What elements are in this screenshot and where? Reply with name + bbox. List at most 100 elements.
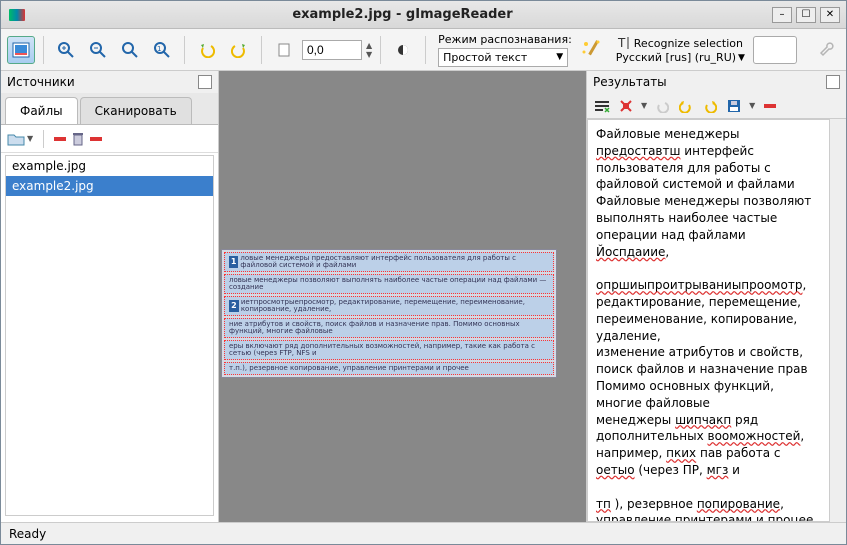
rotation-spin[interactable] (302, 40, 362, 60)
tab-files[interactable]: Файлы (5, 97, 78, 124)
chevron-down-icon: ▼ (556, 52, 563, 62)
zoom-in-icon (58, 42, 74, 58)
close-button[interactable]: ✕ (820, 7, 840, 23)
strip-icon (594, 99, 610, 113)
main-toolbar: 1 ▲▼ Режим распознавания: Простой текст … (1, 29, 846, 71)
image-viewport[interactable]: 1ловые менеджеры предоставляют интерфейс… (219, 71, 586, 522)
zoom-fit-button[interactable] (116, 36, 144, 64)
results-title: Результаты (593, 75, 667, 89)
body: Источники Файлы Сканировать ▼ (1, 71, 846, 522)
statusbar: Ready (1, 522, 846, 544)
recognition-mode-label: Режим распознавания: (438, 33, 572, 46)
window-buttons: – ☐ ✕ (772, 7, 846, 23)
recognition-mode-block: Режим распознавания: Простой текст ▼ (438, 33, 572, 67)
find-replace-button[interactable] (617, 97, 635, 115)
undo-icon (655, 99, 669, 113)
zoom-in-button[interactable] (52, 36, 80, 64)
minus-icon (54, 137, 66, 141)
redo-icon (703, 99, 717, 113)
ocr-region[interactable]: ние атрибутов и свойств, поиск файлов и … (224, 318, 554, 338)
rotate-right-icon (231, 42, 247, 58)
zoom-original-button[interactable]: 1 (148, 36, 176, 64)
brightness-button[interactable] (389, 36, 417, 64)
chevron-down-icon[interactable]: ▼ (641, 101, 647, 110)
status-text: Ready (9, 527, 46, 541)
recognize-lang-label: Русский [rus] (ru_RU) (616, 51, 736, 64)
page-button[interactable] (270, 36, 298, 64)
minus-icon (90, 137, 102, 141)
strip-linebreaks-button[interactable] (593, 97, 611, 115)
find-icon (619, 99, 633, 113)
minimize-button[interactable]: – (772, 7, 792, 23)
wand-icon (580, 38, 604, 62)
text-cursor-icon: T (616, 35, 632, 51)
file-list[interactable]: example.jpgexample2.jpg (5, 155, 214, 516)
clear-files-button[interactable] (90, 137, 102, 141)
recognition-mode-select[interactable]: Простой текст ▼ (438, 48, 568, 67)
blank-button[interactable] (753, 36, 797, 64)
recognize-selection-label: Recognize selection (634, 37, 743, 50)
zoom-out-icon (90, 42, 106, 58)
ocr-region[interactable]: ловые менеджеры позволяют выполнять наиб… (224, 274, 554, 294)
zoom-original-icon: 1 (154, 42, 170, 58)
clear-results-button[interactable] (761, 97, 779, 115)
document-preview: 1ловые менеджеры предоставляют интерфейс… (221, 249, 557, 378)
results-text[interactable]: Файловые менеджеры предоставтш интерфейс… (587, 119, 830, 522)
chevron-down-icon: ▼ (27, 134, 33, 143)
ocr-region[interactable]: 1ловые менеджеры предоставляют интерфейс… (224, 252, 554, 272)
svg-text:1: 1 (157, 45, 161, 53)
remove-file-button[interactable] (54, 137, 66, 141)
spin-caret-icon[interactable]: ▲▼ (366, 41, 372, 59)
settings-button[interactable] (812, 36, 840, 64)
maximize-button[interactable]: ☐ (796, 7, 816, 23)
save-button[interactable] (725, 97, 743, 115)
redo-button-1[interactable] (677, 97, 695, 115)
trash-icon (72, 132, 84, 146)
results-scrollbar[interactable] (830, 119, 846, 522)
results-toolbar: ▼ ▼ (587, 93, 846, 119)
sources-panel: Источники Файлы Сканировать ▼ (1, 71, 219, 522)
minus-icon (764, 104, 776, 108)
results-header: Результаты (587, 71, 846, 93)
app-icon (9, 9, 25, 21)
recognize-button[interactable] (576, 34, 608, 66)
page-icon (276, 42, 292, 58)
save-icon (727, 99, 741, 113)
tab-scan[interactable]: Сканировать (80, 97, 192, 124)
open-file-button[interactable]: ▼ (7, 132, 33, 146)
file-item[interactable]: example.jpg (6, 156, 213, 176)
file-item[interactable]: example2.jpg (6, 176, 213, 196)
recognition-lang-block[interactable]: T Recognize selection Русский [rus] (ru_… (616, 35, 745, 64)
ocr-region[interactable]: т.п.), резервное копирование, управление… (224, 362, 554, 375)
sources-header: Источники (1, 71, 218, 93)
ocr-region[interactable]: еры включают ряд дополнительных возможно… (224, 340, 554, 360)
image-icon (12, 42, 30, 58)
rotate-right-button[interactable] (225, 36, 253, 64)
window-title: example2.jpg - gImageReader (33, 7, 772, 22)
redo-button-2[interactable] (701, 97, 719, 115)
sources-title: Источники (7, 75, 75, 89)
undo-button (653, 97, 671, 115)
wrench-icon (817, 41, 835, 59)
results-panel: Результаты ▼ ▼ Файловые менеджеры предос… (586, 71, 846, 522)
delete-file-button[interactable] (72, 132, 84, 146)
chevron-down-icon[interactable]: ▼ (749, 101, 755, 110)
file-toolbar: ▼ (1, 125, 218, 153)
zoom-fit-icon (122, 42, 138, 58)
ocr-region[interactable]: 2иетпросмотрыепросмотр, редактирование, … (224, 296, 554, 316)
rotate-left-icon (199, 42, 215, 58)
svg-text:T: T (617, 36, 626, 50)
titlebar: example2.jpg - gImageReader – ☐ ✕ (1, 1, 846, 29)
sources-panel-toggle[interactable] (7, 36, 35, 64)
sources-tabs: Файлы Сканировать (1, 93, 218, 125)
folder-icon (7, 132, 25, 146)
pin-button[interactable] (198, 75, 212, 89)
zoom-out-button[interactable] (84, 36, 112, 64)
pin-button[interactable] (826, 75, 840, 89)
redo-icon (679, 99, 693, 113)
recognition-mode-value: Простой текст (443, 51, 527, 64)
rotate-left-button[interactable] (193, 36, 221, 64)
brightness-icon (395, 42, 411, 58)
main-window: example2.jpg - gImageReader – ☐ ✕ 1 ▲▼ Р… (0, 0, 847, 545)
chevron-down-icon: ▼ (738, 53, 745, 63)
